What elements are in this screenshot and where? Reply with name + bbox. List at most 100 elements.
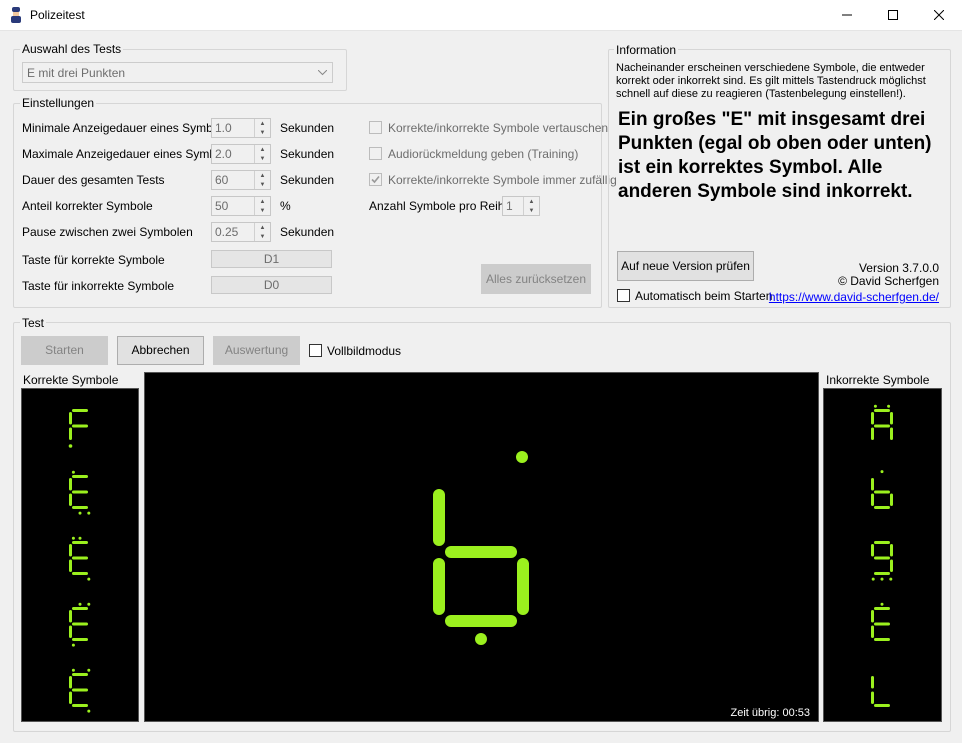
min-display-spinner[interactable]: 1.0 ▲ ▼ <box>211 118 271 138</box>
segment-g <box>445 546 517 558</box>
segment-a <box>72 409 88 412</box>
fullscreen-checkbox[interactable] <box>309 344 322 357</box>
segment-g <box>874 622 890 626</box>
settings-label: Einstellungen <box>20 96 97 110</box>
symbol-dot <box>71 470 75 474</box>
minimize-icon <box>842 14 852 16</box>
segment-a <box>874 607 890 610</box>
pause-label: Pause zwischen zwei Symbolen <box>22 225 193 239</box>
spin-down-icon[interactable]: ▼ <box>255 180 270 189</box>
incorrect-symbols-display <box>871 404 893 707</box>
evaluation-button[interactable]: Auswertung <box>213 336 300 365</box>
segment-f <box>871 544 874 557</box>
spin-up-icon[interactable]: ▲ <box>255 197 270 206</box>
spin-up-icon[interactable]: ▲ <box>524 197 539 206</box>
swap-symbols-checkbox[interactable] <box>369 121 382 134</box>
correct-ratio-label: Anteil korrekter Symbole <box>22 199 153 213</box>
segment-a <box>874 409 890 412</box>
symbols-per-row-spinner[interactable]: 1 ▲ ▼ <box>502 196 540 216</box>
auto-check-label: Automatisch beim Starten <box>635 289 773 303</box>
segment-g <box>72 622 88 626</box>
segment-e <box>69 625 72 638</box>
correct-symbols-panel <box>21 388 139 722</box>
segment-c <box>890 427 893 440</box>
correct-ratio-spinner[interactable]: 50 ▲ ▼ <box>211 196 271 216</box>
symbol-dot <box>873 404 877 408</box>
max-display-spinner[interactable]: 2.0 ▲ ▼ <box>211 144 271 164</box>
spin-down-icon[interactable]: ▼ <box>524 206 539 215</box>
decimal-dot <box>68 444 73 448</box>
correct-symbols-display <box>68 409 91 713</box>
current-symbol-display <box>433 451 529 645</box>
website-link[interactable]: https://www.david-scherfgen.de/ <box>769 290 939 304</box>
symbol-dot <box>87 511 91 515</box>
spin-up-icon[interactable]: ▲ <box>255 119 270 128</box>
total-duration-spinner[interactable]: 60 ▲ ▼ <box>211 170 271 190</box>
segment-b <box>890 412 893 425</box>
segment-c <box>890 493 893 506</box>
close-icon <box>934 10 944 20</box>
segment-d <box>874 572 890 575</box>
symbol-dot <box>889 577 893 581</box>
start-button[interactable]: Starten <box>21 336 108 365</box>
author-text: © David Scherfgen <box>838 274 939 288</box>
spin-down-icon[interactable]: ▼ <box>255 154 270 163</box>
key-correct-label: Taste für korrekte Symbole <box>22 253 165 267</box>
segment-f <box>871 412 874 425</box>
segment-e <box>433 558 445 615</box>
segment-g <box>874 556 890 560</box>
total-duration-unit: Sekunden <box>280 173 335 187</box>
segment-g <box>72 688 88 692</box>
segment-g <box>874 424 890 428</box>
audio-feedback-checkbox[interactable] <box>369 147 382 160</box>
spin-down-icon[interactable]: ▼ <box>255 206 270 215</box>
time-left: Zeit übrig: 00:53 <box>730 707 811 719</box>
segment-g <box>72 556 88 560</box>
key-correct-field[interactable]: D1 <box>211 250 332 268</box>
symbol-dot <box>71 668 75 672</box>
pause-unit: Sekunden <box>280 225 335 239</box>
spin-up-icon[interactable]: ▲ <box>255 223 270 232</box>
spin-down-icon[interactable]: ▼ <box>255 232 270 241</box>
symbol-dot <box>71 643 75 647</box>
segment-b <box>890 544 893 557</box>
segment-d <box>874 506 890 509</box>
correct-panel-label: Korrekte Symbole <box>23 373 119 387</box>
test-select[interactable]: E mit drei Punkten <box>22 62 333 83</box>
symbol-dot <box>516 451 528 463</box>
always-random-checkbox[interactable] <box>369 173 382 186</box>
min-display-value: 1.0 <box>215 121 232 135</box>
check-version-button[interactable]: Auf neue Version prüfen <box>617 251 754 281</box>
close-button[interactable] <box>916 0 962 30</box>
spin-up-icon[interactable]: ▲ <box>255 145 270 154</box>
pause-spinner[interactable]: 0.25 ▲ ▼ <box>211 222 271 242</box>
incorrect-panel-label: Inkorrekte Symbole <box>826 373 930 387</box>
minimize-button[interactable] <box>824 0 870 30</box>
max-display-label: Maximale Anzeigedauer eines Symbols <box>22 147 232 161</box>
symbol-dot <box>887 404 891 408</box>
incorrect-symbols-panel <box>823 388 942 722</box>
segment-c <box>517 558 529 615</box>
min-display-unit: Sekunden <box>280 121 335 135</box>
chevron-down-icon <box>318 70 327 76</box>
cancel-button[interactable]: Abbrechen <box>117 336 204 365</box>
segment-e <box>871 691 874 704</box>
key-incorrect-field[interactable]: D0 <box>211 276 332 294</box>
spin-down-icon[interactable]: ▼ <box>255 128 270 137</box>
spin-up-icon[interactable]: ▲ <box>255 171 270 180</box>
auto-check-checkbox[interactable] <box>617 289 630 302</box>
symbol-dot <box>87 709 91 713</box>
swap-symbols-label: Korrekte/inkorrekte Symbole vertauschen <box>388 121 609 135</box>
symbol-dot <box>880 577 884 581</box>
segment-f <box>871 610 874 623</box>
segment-a <box>72 673 88 676</box>
symbol-dot <box>871 577 875 581</box>
reset-button[interactable]: Alles zurücksetzen <box>481 264 591 294</box>
correct-ratio-unit: % <box>280 199 291 213</box>
segment-f <box>69 544 72 557</box>
segment-f <box>871 676 874 689</box>
maximize-button[interactable] <box>870 0 916 30</box>
info-headline: Ein großes "E" mit insgesamt drei Punkte… <box>618 109 932 202</box>
segment-f <box>69 412 72 425</box>
maximize-icon <box>888 10 898 20</box>
